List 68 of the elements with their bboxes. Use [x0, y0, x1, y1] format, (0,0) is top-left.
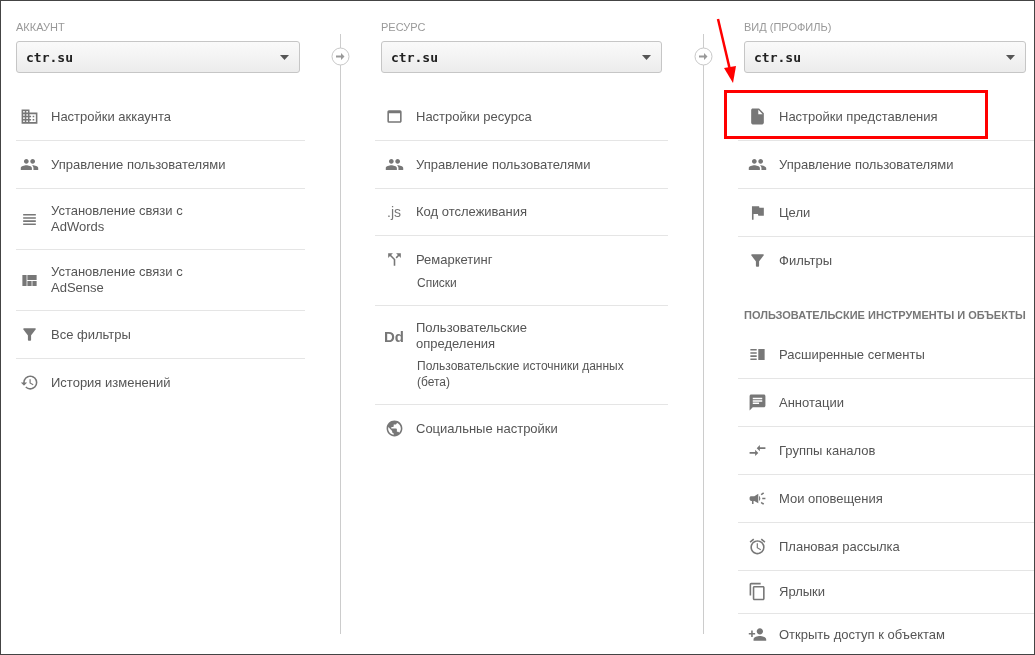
column-label: РЕСУРС	[381, 20, 426, 35]
menu-row[interactable]: Фильтры	[738, 237, 1034, 285]
menu-link: Расширенные сегменты	[779, 346, 925, 363]
column-label: АККАУНТ	[16, 20, 65, 35]
menu-link: Управление пользователями	[416, 156, 591, 173]
menu-row[interactable]: Настройки представления	[738, 93, 1034, 141]
alarm-clock-icon	[747, 537, 767, 556]
column-label: ВИД (ПРОФИЛЬ)	[744, 20, 832, 35]
menu-row[interactable]: Группы каналов	[738, 427, 1034, 475]
pointer-arrow	[714, 18, 738, 84]
caret-icon	[280, 54, 289, 60]
globe-icon	[384, 419, 404, 438]
menu-row[interactable]: Ремаркетинг Списки	[375, 236, 668, 306]
dropdown-select[interactable]: ctr.su	[381, 41, 662, 73]
caret-icon	[1006, 54, 1015, 60]
sub-link[interactable]: Списки	[417, 275, 457, 291]
menu-link: Управление пользователями	[779, 156, 954, 173]
sub-link[interactable]: Пользовательские источники данных (бета)	[417, 358, 647, 390]
menu-link: Открыть доступ к объектам	[779, 626, 945, 643]
person-add-icon	[747, 625, 767, 644]
text-icon: .js	[387, 204, 401, 220]
menu-row[interactable]: .js Код отслеживания	[375, 189, 668, 236]
building-icon	[19, 107, 39, 126]
menu-row[interactable]: Социальные настройки	[375, 405, 668, 453]
caret-icon	[642, 54, 651, 60]
menu-link: Установление связи с AdSense	[51, 264, 184, 296]
menu-row[interactable]: Ярлыки	[738, 571, 1034, 614]
menu-link: Настройки аккаунта	[51, 108, 172, 125]
menu-link: Ярлыки	[779, 583, 826, 600]
menu-row[interactable]: Установление связи с AdSense	[16, 250, 305, 311]
dropdown-select[interactable]: ctr.su	[744, 41, 1026, 73]
menu-link: Плановая рассылка	[779, 538, 900, 555]
dropdown-select[interactable]: ctr.su	[16, 41, 300, 73]
menu-link: Аннотации	[779, 394, 844, 411]
menu-row[interactable]: Мои оповещения	[738, 475, 1034, 523]
menu-link: Мои оповещения	[779, 490, 883, 507]
menu-row[interactable]: Открыть доступ к объектам	[738, 614, 1034, 654]
menu-link: История изменений	[51, 374, 171, 391]
menu-row[interactable]: Настройки аккаунта	[16, 93, 305, 141]
menu-link: Группы каналов	[779, 442, 876, 459]
menu-row[interactable]: Расширенные сегменты	[738, 331, 1034, 379]
menu-row[interactable]: Установление связи с AdWords	[16, 189, 305, 250]
text-icon: Dd	[384, 327, 404, 345]
menu-row[interactable]: Все фильтры	[16, 311, 305, 359]
menu-link: Настройки ресурса	[416, 108, 532, 125]
menu-row[interactable]: История изменений	[16, 359, 305, 407]
history-icon	[19, 373, 39, 392]
menu-link: Код отслеживания	[416, 204, 528, 220]
menu-link: Социальные настройки	[416, 420, 558, 437]
copy-icon	[747, 582, 767, 601]
menu-row[interactable]: Настройки ресурса	[375, 93, 668, 141]
menu-link: Фильтры	[779, 252, 832, 269]
menu-link: Пользовательские определения	[416, 320, 529, 352]
section-heading: ПОЛЬЗОВАТЕЛЬСКИЕ ИНСТРУМЕНТЫ И ОБЪЕКТЫ	[743, 308, 1027, 323]
menu-row[interactable]: Плановая рассылка	[738, 523, 1034, 571]
menu-row[interactable]: Управление пользователями	[16, 141, 305, 189]
menu-link: Установление связи с AdWords	[51, 203, 184, 235]
menu-row[interactable]: Управление пользователями	[738, 141, 1034, 189]
menu-row[interactable]: Управление пользователями	[375, 141, 668, 189]
menu-link: Управление пользователями	[51, 156, 226, 173]
comment-icon	[747, 393, 767, 412]
window-icon	[384, 107, 404, 126]
menu-link: Настройки представления	[779, 108, 938, 125]
menu-link: Цели	[779, 204, 811, 221]
menu-link: Все фильтры	[51, 326, 131, 343]
menu-link: Ремаркетинг	[416, 251, 493, 268]
menu-row[interactable]: Цели	[738, 189, 1034, 237]
menu-row[interactable]: Аннотации	[738, 379, 1034, 427]
